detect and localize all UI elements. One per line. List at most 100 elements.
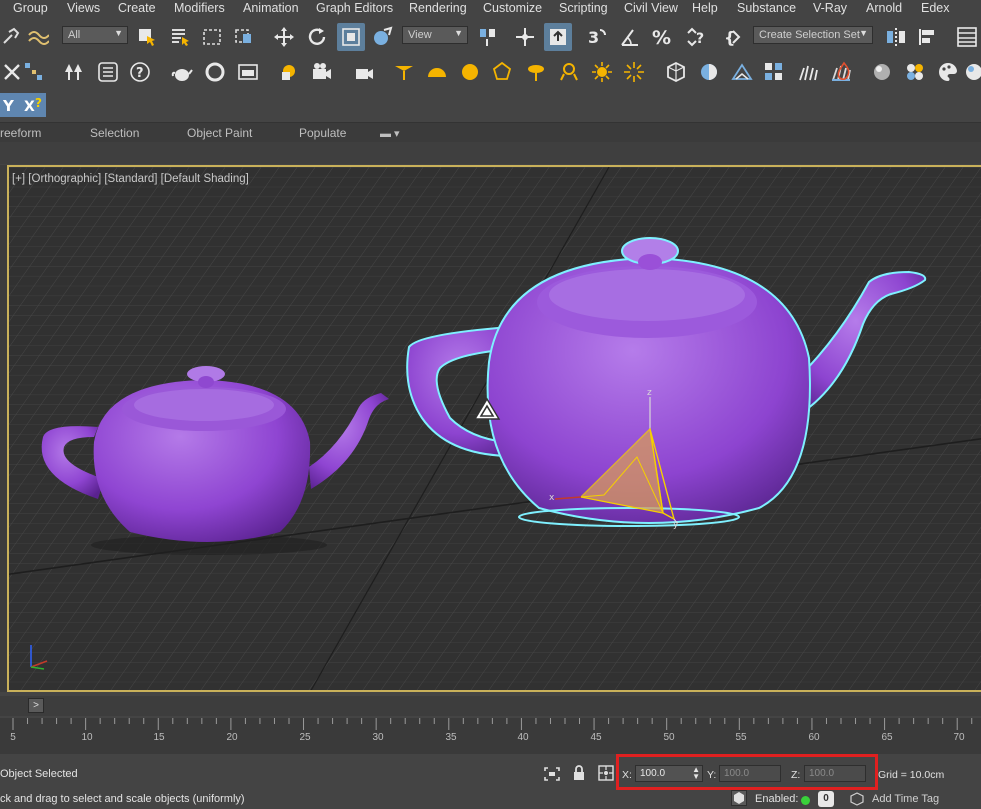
tab-selection[interactable]: Selection	[90, 126, 139, 140]
edit-named-selection-icon[interactable]: {	[722, 25, 746, 49]
vray-palette-icon[interactable]	[936, 60, 960, 84]
time-slider-thumb[interactable]: >	[28, 698, 44, 713]
vray-dome-icon[interactable]	[425, 60, 449, 84]
vray-mesh-light-icon[interactable]	[557, 60, 581, 84]
menu-scripting[interactable]: Scripting	[559, 1, 608, 15]
svg-text:X: X	[24, 99, 35, 115]
isolate-selection-icon[interactable]	[543, 766, 561, 785]
add-time-tag-button[interactable]: Add Time Tag	[872, 793, 939, 805]
vray-fur-icon[interactable]	[796, 60, 820, 84]
vray-sphere-icon[interactable]	[458, 60, 482, 84]
move-icon[interactable]	[272, 25, 296, 49]
svg-text:x: x	[549, 493, 555, 503]
teapot-icon[interactable]	[170, 60, 194, 84]
svg-text:?: ?	[136, 66, 144, 81]
menu-civil-view[interactable]: Civil View	[624, 1, 678, 15]
axis-xy-icon[interactable]: X?	[22, 93, 46, 117]
video-camera-icon[interactable]	[352, 60, 376, 84]
main-toolbar: All ▼ View ▼ 3 % ? { Create Selection Set ▼	[0, 20, 981, 56]
menu-modifiers[interactable]: Modifiers	[174, 1, 225, 15]
object-paint-icon[interactable]	[0, 60, 24, 84]
tab-freeform[interactable]: reeform	[0, 126, 41, 140]
vray-material-icon-2[interactable]	[962, 60, 981, 84]
tab-object-paint[interactable]: Object Paint	[187, 126, 252, 140]
vray-instancer-icon[interactable]	[762, 60, 786, 84]
layer-explorer-icon[interactable]	[955, 25, 979, 49]
ribbon-options-icon[interactable]: ▬ ▾	[380, 127, 400, 140]
vray-spot-icon[interactable]	[524, 60, 548, 84]
selection-filter-dropdown[interactable]: All ▼	[62, 26, 128, 44]
menu-graph-editors[interactable]: Graph Editors	[316, 1, 393, 15]
menu-vray[interactable]: V-Ray	[813, 1, 847, 15]
help-icon[interactable]: ?	[128, 60, 152, 84]
svg-text:z: z	[647, 388, 652, 398]
svg-text:3: 3	[588, 28, 599, 47]
grid-snap-icon[interactable]	[22, 60, 46, 84]
reference-coordinate-dropdown[interactable]: View ▼	[402, 26, 468, 44]
rectangle-region-icon[interactable]	[200, 25, 224, 49]
mirror-icon[interactable]	[884, 25, 908, 49]
menu-views[interactable]: Views	[67, 1, 100, 15]
vray-sun-icon[interactable]	[590, 60, 614, 84]
window-crossing-icon[interactable]	[232, 25, 256, 49]
vray-material-ball-icon[interactable]	[870, 60, 894, 84]
named-selection-set-dropdown[interactable]: Create Selection Set ▼	[753, 26, 873, 44]
scale-icon[interactable]	[337, 23, 365, 51]
spinner-snap-icon[interactable]: ?	[684, 25, 708, 49]
menu-animation[interactable]: Animation	[243, 1, 299, 15]
text-panel-icon[interactable]	[96, 60, 120, 84]
menu-customize[interactable]: Customize	[483, 1, 542, 15]
time-tag-icon[interactable]	[850, 792, 864, 809]
snap-3d-icon[interactable]: 3	[585, 25, 609, 49]
select-manipulate-icon[interactable]	[513, 25, 537, 49]
place-icon[interactable]	[371, 25, 395, 49]
keyboard-shortcut-override-icon[interactable]	[544, 23, 572, 51]
menu-substance[interactable]: Substance	[737, 1, 796, 15]
tick-label: 45	[590, 732, 602, 743]
vray-sphere-fade-icon[interactable]	[697, 60, 721, 84]
enabled-count-badge[interactable]: 0	[818, 791, 834, 807]
time-slider[interactable]: >	[0, 696, 981, 716]
secondary-toolbar: ?	[0, 56, 981, 90]
vray-light-icon[interactable]	[392, 60, 416, 84]
pivot-center-icon[interactable]	[476, 25, 500, 49]
axis-y-icon[interactable]: Y	[0, 93, 22, 117]
render-setup-icon[interactable]	[277, 60, 301, 84]
render-frame-icon[interactable]	[236, 60, 260, 84]
vray-ambient-icon[interactable]	[622, 60, 646, 84]
percent-snap-icon[interactable]: %	[650, 25, 674, 49]
vray-plane-icon[interactable]	[730, 60, 754, 84]
angle-snap-icon[interactable]	[618, 25, 642, 49]
menu-create[interactable]: Create	[118, 1, 156, 15]
menu-help[interactable]: Help	[692, 1, 718, 15]
tab-populate[interactable]: Populate	[299, 126, 346, 140]
adaptive-degradation-icon[interactable]	[731, 790, 747, 806]
absolute-mode-transform-icon[interactable]	[598, 765, 614, 784]
tick-label: 20	[226, 732, 238, 743]
menu-group[interactable]: Group	[13, 1, 48, 15]
viewport-orthographic[interactable]: z x y [+] [Orthographic] [Standard] [Def…	[7, 165, 981, 692]
ribbon-tabs: reeform Selection Object Paint Populate …	[0, 122, 981, 142]
align-icon[interactable]	[916, 25, 940, 49]
vray-proxy-icon[interactable]	[664, 60, 688, 84]
bind-spacewarp-icon[interactable]	[26, 25, 50, 49]
track-bar[interactable]: 5 10 15 20 25 30 35 40 45 50 55 60 65 70	[0, 718, 981, 754]
grid-size-text: Grid = 10.0cm	[878, 769, 945, 781]
lock-icon[interactable]	[572, 765, 586, 784]
vray-ies-icon[interactable]	[490, 60, 514, 84]
rotate-icon[interactable]	[305, 25, 329, 49]
link-icon[interactable]	[0, 25, 24, 49]
vray-volume-icon[interactable]	[832, 60, 856, 84]
vray-multi-material-icon[interactable]	[903, 60, 927, 84]
select-by-name-icon[interactable]	[168, 25, 192, 49]
material-editor-icon[interactable]	[203, 60, 227, 84]
selection-status: Object Selected	[0, 768, 78, 780]
prompt-line: ck and drag to select and scale objects …	[0, 793, 245, 805]
menu-rendering[interactable]: Rendering	[409, 1, 467, 15]
viewport-label[interactable]: [+] [Orthographic] [Standard] [Default S…	[12, 173, 249, 185]
render-camera-icon[interactable]	[310, 60, 334, 84]
select-object-icon[interactable]	[135, 25, 159, 49]
menu-edex[interactable]: Edex	[921, 1, 950, 15]
populate-trees-icon[interactable]	[62, 60, 86, 84]
menu-arnold[interactable]: Arnold	[866, 1, 902, 15]
